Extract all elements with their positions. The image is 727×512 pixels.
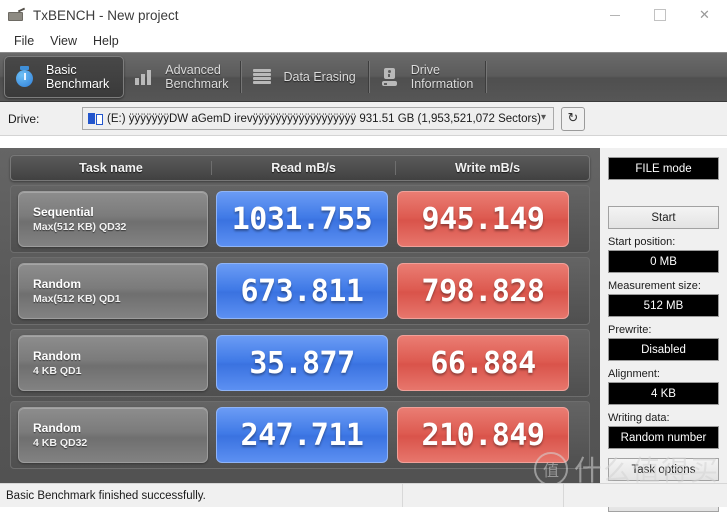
write-value: 210.849 bbox=[397, 407, 569, 463]
drive-selector-row: Drive: (E:) ÿÿÿÿÿÿÿDW aGemD irevÿÿÿÿÿÿÿÿ… bbox=[0, 102, 727, 136]
drive-volume-icon bbox=[88, 112, 103, 125]
task-name-secondary: Max(512 KB) QD32 bbox=[33, 221, 127, 233]
alignment-label: Alignment: bbox=[608, 368, 660, 380]
task-name-primary: Sequential bbox=[33, 205, 94, 219]
drive-label: Drive: bbox=[8, 111, 40, 126]
tab-basic-benchmark[interactable]: Basic Benchmark bbox=[4, 56, 125, 98]
tab-strip: Basic Benchmark Advanced Benchmark Data … bbox=[0, 52, 727, 102]
header-write: Write mB/s bbox=[395, 161, 579, 175]
table-row: Random 4 KB QD1 35.877 66.884 bbox=[10, 329, 590, 397]
refresh-button[interactable]: ↻ bbox=[561, 106, 585, 131]
header-task-name: Task name bbox=[79, 161, 143, 175]
menu-item-view[interactable]: View bbox=[42, 32, 85, 50]
task-name-cell: Random 4 KB QD1 bbox=[18, 335, 208, 391]
bar-chart-icon bbox=[134, 65, 156, 89]
task-name-primary: Random bbox=[33, 277, 81, 291]
read-value: 35.877 bbox=[216, 335, 388, 391]
read-value: 1031.755 bbox=[216, 191, 388, 247]
start-position-value[interactable]: 0 MB bbox=[608, 250, 719, 273]
task-name-secondary: 4 KB QD32 bbox=[33, 437, 88, 449]
writing-data-value[interactable]: Random number bbox=[608, 426, 719, 449]
write-value: 798.828 bbox=[397, 263, 569, 319]
table-body: Sequential Max(512 KB) QD32 1031.755 945… bbox=[10, 185, 590, 469]
status-cell-2 bbox=[402, 484, 563, 507]
write-value: 66.884 bbox=[397, 335, 569, 391]
table-row: Random Max(512 KB) QD1 673.811 798.828 bbox=[10, 257, 590, 325]
status-cell-3 bbox=[563, 484, 727, 507]
stopwatch-icon bbox=[15, 65, 37, 89]
window-title: TxBENCH - New project bbox=[33, 7, 179, 23]
menu-item-file[interactable]: File bbox=[6, 32, 42, 50]
title-bar: TxBENCH - New project ✕ bbox=[0, 0, 727, 30]
table-row: Random 4 KB QD32 247.711 210.849 bbox=[10, 401, 590, 469]
task-name-cell: Sequential Max(512 KB) QD32 bbox=[18, 191, 208, 247]
tab-advanced-benchmark[interactable]: Advanced Benchmark bbox=[124, 57, 243, 97]
benchmark-panel: Task name Read mB/s Write mB/s Sequentia… bbox=[0, 148, 727, 512]
drive-select[interactable]: (E:) ÿÿÿÿÿÿÿDW aGemD irevÿÿÿÿÿÿÿÿÿÿÿÿÿÿÿ… bbox=[82, 107, 554, 130]
task-name-secondary: 4 KB QD1 bbox=[33, 365, 82, 377]
read-value: 247.711 bbox=[216, 407, 388, 463]
task-name-secondary: Max(512 KB) QD1 bbox=[33, 293, 121, 305]
tab-drive-information[interactable]: Drive Information bbox=[370, 57, 488, 97]
menu-item-help[interactable]: Help bbox=[85, 32, 127, 50]
chevron-down-icon[interactable]: ▾ bbox=[541, 112, 546, 123]
task-name-primary: Random bbox=[33, 349, 81, 363]
benchmark-table: Task name Read mB/s Write mB/s Sequentia… bbox=[0, 148, 600, 484]
status-message: Basic Benchmark finished successfully. bbox=[6, 489, 206, 502]
table-header-row: Task name Read mB/s Write mB/s bbox=[10, 155, 590, 181]
maximize-icon[interactable] bbox=[637, 0, 682, 30]
menu-bar: File View Help bbox=[0, 30, 727, 52]
close-icon[interactable]: ✕ bbox=[682, 0, 727, 30]
tab-data-erasing[interactable]: Data Erasing bbox=[242, 57, 370, 97]
header-read: Read mB/s bbox=[211, 161, 395, 175]
writing-data-label: Writing data: bbox=[608, 412, 670, 424]
file-mode-button[interactable]: FILE mode bbox=[608, 157, 719, 180]
app-stopwatch-icon bbox=[8, 7, 26, 23]
task-name-cell: Random Max(512 KB) QD1 bbox=[18, 263, 208, 319]
start-button[interactable]: Start bbox=[608, 206, 719, 229]
table-row: Sequential Max(512 KB) QD32 1031.755 945… bbox=[10, 185, 590, 253]
tab-basic-benchmark-label: Basic Benchmark bbox=[46, 63, 110, 91]
minimize-icon[interactable] bbox=[592, 0, 637, 30]
task-name-primary: Random bbox=[33, 421, 81, 435]
status-bar: Basic Benchmark finished successfully. bbox=[0, 483, 727, 507]
measurement-size-value[interactable]: 512 MB bbox=[608, 294, 719, 317]
zigzag-erase-icon bbox=[252, 65, 274, 89]
measurement-size-label: Measurement size: bbox=[608, 280, 701, 292]
prewrite-label: Prewrite: bbox=[608, 324, 652, 336]
task-name-cell: Random 4 KB QD32 bbox=[18, 407, 208, 463]
write-value: 945.149 bbox=[397, 191, 569, 247]
prewrite-value[interactable]: Disabled bbox=[608, 338, 719, 361]
alignment-value[interactable]: 4 KB bbox=[608, 382, 719, 405]
drive-select-value: (E:) ÿÿÿÿÿÿÿDW aGemD irevÿÿÿÿÿÿÿÿÿÿÿÿÿÿÿ… bbox=[107, 112, 541, 125]
tab-drive-information-label: Drive Information bbox=[410, 63, 474, 91]
start-position-label: Start position: bbox=[608, 236, 676, 248]
hard-drive-icon bbox=[380, 65, 402, 89]
read-value: 673.811 bbox=[216, 263, 388, 319]
tab-data-erasing-label: Data Erasing bbox=[283, 70, 356, 84]
window-controls: ✕ bbox=[592, 0, 727, 30]
task-options-button[interactable]: Task options bbox=[608, 458, 719, 481]
options-sidebar: FILE mode Start Start position: 0 MB Mea… bbox=[600, 148, 727, 512]
tab-advanced-benchmark-label: Advanced Benchmark bbox=[165, 63, 229, 91]
